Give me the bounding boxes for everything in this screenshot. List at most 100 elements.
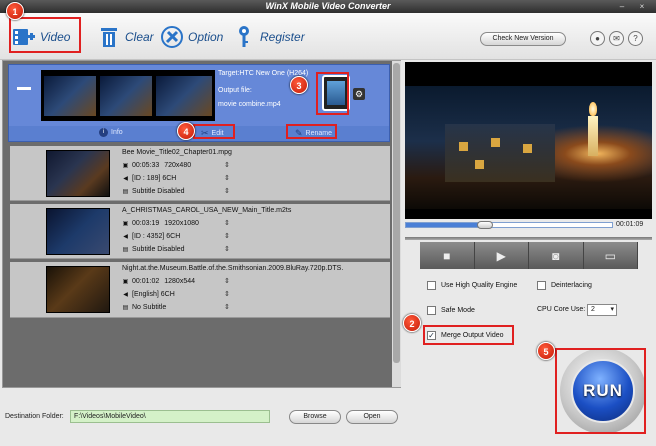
playback-time: 00:01:09 [616, 221, 644, 228]
duration-resolution: ▣ 00:03:19 1920x1080 [122, 220, 199, 227]
film-icon: ▣ [122, 221, 129, 227]
file-name: Night.at.the.Museum.Battle.of.the.Smiths… [122, 265, 344, 272]
register-button[interactable]: Register [232, 23, 305, 51]
tools-icon [160, 25, 184, 49]
video-preview [405, 62, 652, 219]
step-badge-2: 2 [403, 314, 421, 332]
open-folder-button[interactable]: ▭ [583, 242, 638, 269]
destination-folder-label: Destination Folder: [5, 413, 64, 420]
browse-button[interactable]: Browse [289, 410, 341, 424]
highlight-video [9, 17, 81, 53]
selected-thumbnails [41, 70, 215, 121]
chevron-down-icon: ▾ [610, 306, 614, 313]
high-quality-label: Use High Quality Engine [441, 282, 518, 289]
highlight-profile [316, 72, 349, 115]
file-name: A_CHRISTMAS_CAROL_USA_NEW_Main_Title.m2t… [122, 207, 292, 214]
subtitle-track[interactable]: ▤ Subtitle Disabled [122, 188, 185, 195]
film-icon: ▣ [122, 279, 129, 285]
thumbnail [100, 76, 152, 116]
list-item[interactable]: Bee Movie_Title02_Chapter01.mpg ▣ 00:05:3… [10, 146, 390, 201]
account-icon[interactable]: ● [590, 31, 605, 46]
help-icon[interactable]: ? [628, 31, 643, 46]
list-scrollbar[interactable] [392, 61, 401, 387]
resolution-stepper[interactable]: ⇕ [224, 219, 230, 227]
cpu-core-value: 2 [591, 306, 595, 313]
deinterlacing-label: Deinterlacing [551, 282, 592, 289]
info-icon: i [99, 128, 108, 137]
preview-frame [405, 86, 652, 209]
gear-icon[interactable]: ⚙ [353, 88, 365, 100]
thumbnail [46, 266, 110, 313]
file-name: Bee Movie_Title02_Chapter01.mpg [122, 149, 232, 156]
subtitle-icon: ▤ [122, 189, 129, 195]
subtitle-icon: ▤ [122, 247, 129, 253]
thumbnail [44, 76, 96, 116]
destination-folder-input[interactable]: F:\Videos\MobileVideo\ [70, 410, 270, 423]
resolution-stepper[interactable]: ⇕ [224, 161, 230, 169]
speaker-icon: ◀ [123, 176, 128, 182]
clear-button[interactable]: Clear [97, 23, 154, 51]
stop-icon: ■ [443, 248, 451, 263]
film-icon: ▣ [122, 163, 129, 169]
audio-track[interactable]: ◀ [ID : 4352] 6CH [122, 233, 180, 240]
highlight-merge [423, 325, 514, 345]
step-badge-1: 1 [6, 2, 24, 20]
option-button[interactable]: Option [160, 23, 223, 51]
list-item[interactable]: Night.at.the.Museum.Battle.of.the.Smiths… [10, 262, 390, 318]
high-quality-checkbox[interactable] [427, 281, 436, 290]
seek-progress [406, 223, 479, 227]
seek-bar[interactable] [405, 221, 613, 229]
scrollbar-thumb[interactable] [393, 63, 400, 363]
collapse-icon[interactable] [17, 87, 31, 90]
preview-house [445, 124, 555, 182]
play-icon: ▶ [496, 248, 506, 263]
seek-handle[interactable] [477, 221, 493, 229]
highlight-run [555, 348, 646, 434]
subtitle-stepper[interactable]: ⇕ [224, 303, 230, 311]
thumbnail [46, 150, 110, 197]
audio-stepper[interactable]: ⇕ [224, 232, 230, 240]
step-badge-4: 4 [177, 122, 195, 140]
resolution-stepper[interactable]: ⇕ [224, 277, 230, 285]
controls-divider [405, 237, 652, 240]
stop-button[interactable]: ■ [420, 242, 475, 269]
close-button[interactable]: × [636, 2, 648, 11]
list-item[interactable]: A_CHRISTMAS_CAROL_USA_NEW_Main_Title.m2t… [10, 204, 390, 259]
subtitle-icon: ▤ [122, 305, 129, 311]
trash-icon [97, 25, 121, 49]
audio-track[interactable]: ◀ [English] 6CH [122, 291, 175, 298]
audio-track[interactable]: ◀ [ID : 189] 6CH [122, 175, 176, 182]
step-badge-5: 5 [537, 342, 555, 360]
audio-stepper[interactable]: ⇕ [224, 174, 230, 182]
subtitle-stepper[interactable]: ⇕ [224, 187, 230, 195]
duration-resolution: ▣ 00:01:02 1280x544 [122, 278, 196, 285]
high-quality-option[interactable]: Use High Quality Engine [427, 281, 517, 290]
mail-icon[interactable]: ✉ [609, 31, 624, 46]
register-button-label: Register [260, 30, 305, 44]
subtitle-track[interactable]: ▤ Subtitle Disabled [122, 246, 185, 253]
output-file-name: movie combine.mp4 [218, 101, 281, 108]
deinterlacing-checkbox[interactable] [537, 281, 546, 290]
candle [588, 116, 598, 156]
audio-stepper[interactable]: ⇕ [224, 290, 230, 298]
cpu-core-select[interactable]: 2 ▾ [587, 304, 617, 316]
highlight-edit [193, 124, 235, 139]
safe-mode-label: Safe Mode [441, 307, 475, 314]
subtitle-track[interactable]: ▤ No Subtitle [122, 304, 167, 311]
candle-flame [589, 102, 597, 116]
snapshot-button[interactable]: ◙ [529, 242, 584, 269]
deinterlacing-option[interactable]: Deinterlacing [537, 281, 592, 290]
info-button[interactable]: i Info [99, 128, 123, 137]
output-file-label: Output file: [218, 87, 252, 94]
safe-mode-option[interactable]: Safe Mode [427, 306, 475, 315]
safe-mode-checkbox[interactable] [427, 306, 436, 315]
play-button[interactable]: ▶ [474, 242, 529, 269]
toolbar: Video Clear Option Register Check New Ve… [0, 13, 656, 60]
minimize-button[interactable]: – [616, 2, 628, 11]
duration-resolution: ▣ 00:05:33 720x480 [122, 162, 192, 169]
speaker-icon: ◀ [123, 292, 128, 298]
open-button[interactable]: Open [346, 410, 398, 424]
subtitle-stepper[interactable]: ⇕ [224, 245, 230, 253]
check-new-version-button[interactable]: Check New Version [480, 32, 566, 46]
key-icon [232, 25, 256, 49]
